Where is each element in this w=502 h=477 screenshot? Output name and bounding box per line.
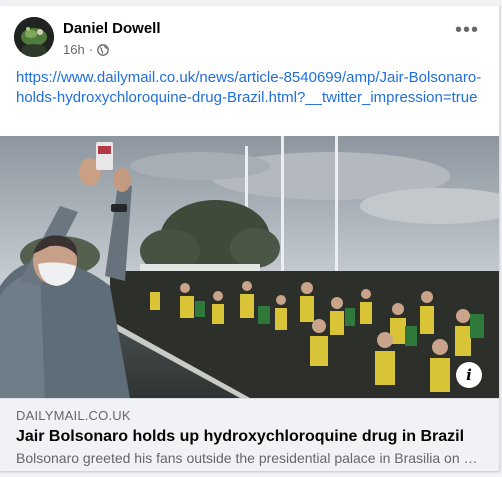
post-timestamp[interactable]: 16h [63,42,85,57]
author-name[interactable]: Daniel Dowell [63,20,161,37]
more-options-icon[interactable]: ••• [453,20,481,44]
author-avatar[interactable] [14,17,54,57]
meta-separator: · [88,42,94,57]
post-meta: 16h · [63,42,109,57]
link-description: Bolsonaro greeted his fans outside the p… [16,450,486,466]
post-header: Daniel Dowell 16h · ••• [0,6,499,66]
link-title[interactable]: Jair Bolsonaro holds up hydroxychloroqui… [16,428,464,446]
link-preview-image[interactable]: i [0,136,499,398]
link-preview-details[interactable]: DAILYMAIL.CO.UK Jair Bolsonaro holds up … [0,398,499,471]
post-text-link[interactable]: https://www.dailymail.co.uk/news/article… [16,68,486,108]
link-domain: DAILYMAIL.CO.UK [16,408,131,423]
post-url[interactable]: https://www.dailymail.co.uk/news/article… [16,69,481,106]
info-icon[interactable]: i [456,362,482,388]
globe-icon[interactable] [97,43,109,56]
post-card: Daniel Dowell 16h · ••• https://www.dail… [0,6,500,471]
